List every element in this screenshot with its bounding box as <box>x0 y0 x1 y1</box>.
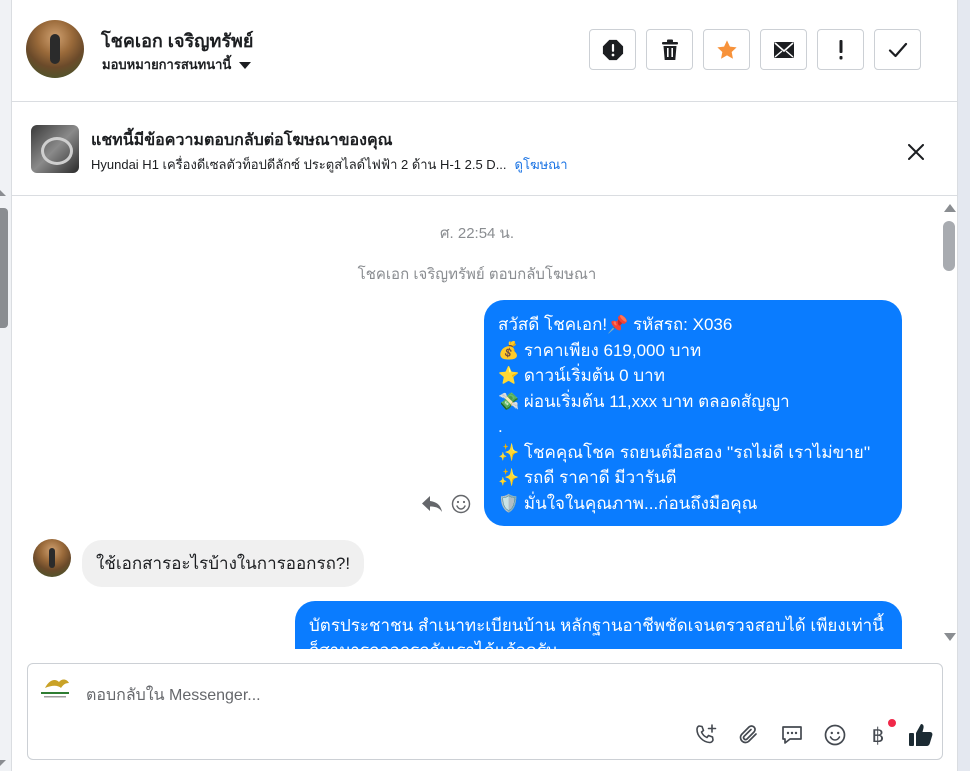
message-line: 💸 ผ่อนเริ่มต้น 11,xxx บาท ตลอดสัญญา <box>498 391 790 411</box>
like-button[interactable] <box>907 721 935 749</box>
phone-plus-icon <box>696 724 717 744</box>
close-icon <box>908 144 924 160</box>
avatar[interactable] <box>33 539 71 577</box>
notification-dot <box>888 719 896 727</box>
emoji-icon <box>824 724 846 746</box>
delete-button[interactable] <box>646 29 693 70</box>
ad-reply-banner: แชทนี้มีข้อความตอบกลับต่อโฆษณาของคุณ Hyu… <box>12 103 958 196</box>
page-logo-icon <box>41 679 69 698</box>
message-line: ✨ รถดี ราคาดี มีวารันตี <box>498 468 677 487</box>
ad-thumbnail[interactable] <box>31 125 79 173</box>
message-line: 🛡️ มั่นใจในคุณภาพ...ก่อนถึงมือคุณ <box>498 493 758 513</box>
reply-icon[interactable] <box>421 495 443 513</box>
scrollbar-thumb[interactable] <box>0 208 8 328</box>
caret-down-icon <box>239 62 252 69</box>
star-icon <box>716 39 737 59</box>
scrollbar-thumb[interactable] <box>943 221 955 271</box>
checkmark-icon <box>888 42 907 57</box>
conversation-actions <box>589 29 921 70</box>
message-timestamp: ศ. 22:54 น. <box>440 225 514 242</box>
message-line: ⭐ ดาวน์เริ่มต้น 0 บาท <box>498 366 665 385</box>
add-call-button[interactable] <box>692 721 720 749</box>
thread-scrollbar[interactable] <box>942 197 958 649</box>
star-button[interactable] <box>703 29 750 70</box>
scroll-down-arrow-icon[interactable] <box>944 633 956 641</box>
close-banner-button[interactable] <box>905 141 927 163</box>
message-line: . <box>498 417 503 436</box>
thumbs-up-icon <box>909 724 933 746</box>
baht-icon: ฿ <box>871 724 885 747</box>
saved-replies-button[interactable] <box>778 721 806 749</box>
assign-label: มอบหมายการสนทนานี้ <box>102 57 232 72</box>
outgoing-message-bubble[interactable]: สวัสดี โชคเอก!📌 รหัสรถ: X036 💰 ราคาเพียง… <box>484 300 902 526</box>
view-ad-link[interactable]: ดูโฆษณา <box>515 157 568 172</box>
avatar[interactable] <box>26 20 84 78</box>
scroll-up-arrow-icon[interactable] <box>0 190 6 196</box>
emoji-button[interactable] <box>821 721 849 749</box>
scroll-down-arrow-icon[interactable] <box>0 760 6 766</box>
reply-input[interactable]: ตอบกลับใน Messenger... <box>86 683 261 708</box>
mark-done-button[interactable] <box>874 29 921 70</box>
message-line: ✨ โชคคุณโชค รถยนต์มือสอง ''รถไม่ดี เราไม… <box>498 442 871 462</box>
outgoing-message-bubble[interactable]: บัตรประชาชน สำเนาทะเบียนบ้าน หลักฐานอาชี… <box>295 601 902 649</box>
alert-octagon-icon <box>602 39 623 60</box>
incoming-message-bubble[interactable]: ใช้เอกสารอะไรบ้างในการออกรถ?! <box>82 540 365 587</box>
message-actions <box>421 494 471 514</box>
composer-toolbar: ฿ <box>692 719 935 749</box>
right-edge <box>958 0 970 771</box>
message-composer: ตอบกลับใน Messenger... ฿ <box>27 663 943 760</box>
message-line: สวัสดี โชคเอก!📌 รหัสรถ: X036 <box>498 315 733 334</box>
message-thread[interactable]: ศ. 22:54 น. โชคเอก เจริญทรัพย์ ตอบกลับโฆ… <box>12 197 942 649</box>
paperclip-icon <box>739 725 757 744</box>
envelope-icon <box>773 41 794 58</box>
ad-description-text: Hyundai H1 เครื่องดีเซลตัวท็อปดีลักซ์ ปร… <box>91 157 507 172</box>
follow-up-button[interactable] <box>817 29 864 70</box>
conversation-header: โชคเอก เจริญทรัพย์ มอบหมายการสนทนานี้ <box>12 0 958 102</box>
exclamation-icon <box>839 39 842 59</box>
ad-description: Hyundai H1 เครื่องดีเซลตัวท็อปดีลักซ์ ปร… <box>91 154 568 175</box>
payment-button[interactable]: ฿ <box>864 719 896 749</box>
assign-conversation-dropdown[interactable]: มอบหมายการสนทนานี้ <box>102 54 252 75</box>
react-emoji-icon[interactable] <box>451 494 471 514</box>
ad-banner-title: แชทนี้มีข้อความตอบกลับต่อโฆษณาของคุณ <box>91 132 393 149</box>
trash-icon <box>661 39 678 60</box>
system-note: โชคเอก เจริญทรัพย์ ตอบกลับโฆษณา <box>357 266 597 283</box>
spam-button[interactable] <box>589 29 636 70</box>
chat-bubble-icon <box>782 726 802 744</box>
scroll-up-arrow-icon[interactable] <box>944 204 956 212</box>
message-line: 💰 ราคาเพียง 619,000 บาท <box>498 340 702 360</box>
conversation-panel: โชคเอก เจริญทรัพย์ มอบหมายการสนทนานี้ แช… <box>11 0 958 771</box>
left-scrollbar[interactable] <box>0 0 11 771</box>
attach-file-button[interactable] <box>735 721 763 749</box>
contact-name[interactable]: โชคเอก เจริญทรัพย์ <box>101 26 253 55</box>
mark-unread-button[interactable] <box>760 29 807 70</box>
